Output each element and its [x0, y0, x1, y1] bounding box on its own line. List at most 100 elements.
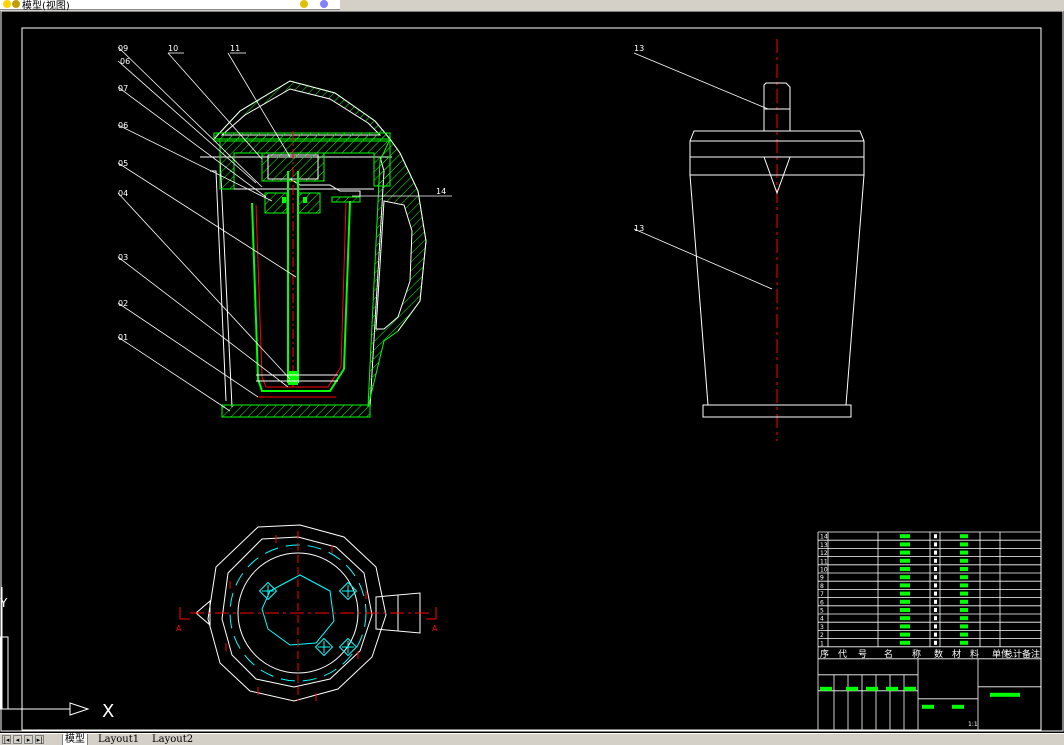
last-tab-button[interactable]: ▸|: [35, 735, 44, 744]
callout-13b: 13: [634, 224, 644, 233]
bom-qty-mark: [934, 624, 937, 629]
leader-01: [117, 336, 231, 412]
bom-qty-mark: [934, 567, 937, 571]
screw-4: [338, 637, 358, 657]
bom-material-mark: [960, 608, 968, 612]
bom-name-mark: [900, 542, 910, 547]
inner-jar-red: [255, 202, 347, 388]
bom-header-cell: 数: [934, 648, 943, 660]
leader-13a: [633, 52, 769, 110]
bom-qty-mark: [934, 632, 937, 637]
bearing-dot-left: [282, 197, 286, 203]
bom-qty-mark: [934, 583, 937, 588]
bom-qty-mark: [934, 640, 937, 645]
bom-name-mark: [900, 575, 910, 580]
bom-qty-mark: [934, 616, 937, 621]
bom-name-mark: [900, 608, 910, 612]
bom-name-mark: [900, 550, 910, 555]
bom-material-mark: [960, 599, 968, 604]
bom-header-cell: 名: [884, 648, 893, 660]
bom-material-mark: [960, 583, 968, 588]
title-block-mark: [886, 686, 898, 691]
bom-row-number: 10: [820, 567, 828, 574]
ucs-x-label: X: [102, 701, 114, 722]
bom-material-mark: [960, 616, 968, 621]
spacer-bar: [331, 196, 361, 203]
drawing-canvas[interactable]: 09 06 07 06 05 04 03 02 01 10 11 14 13 1…: [0, 10, 1064, 733]
callout-05: 05: [118, 159, 128, 168]
bom-name-mark: [900, 624, 910, 629]
title-block: 1413121110987654321序代号名称数材料单件总计 备注1:1: [817, 531, 1042, 730]
prev-tab-button[interactable]: ◂: [13, 735, 22, 744]
bom-name-mark: [900, 591, 910, 596]
bom-material-mark: [960, 591, 968, 596]
callout-02: 02: [118, 299, 128, 308]
bom-material-mark: [960, 567, 968, 571]
tab-layout1[interactable]: Layout1: [96, 734, 141, 745]
bom-header-cell: 称: [912, 648, 921, 660]
bom-row-number: 3: [820, 624, 824, 631]
title-block-mark: [866, 686, 878, 691]
side-view: 13 13: [633, 39, 865, 441]
bom-name-mark: [900, 558, 910, 563]
bom-material-mark: [960, 558, 968, 563]
bom-row-number: 12: [820, 550, 828, 557]
callout-06a: 06: [120, 57, 130, 66]
title-block-mark: [990, 692, 1020, 697]
title-block-mark: [922, 704, 934, 709]
bom-material-mark: [960, 640, 968, 645]
top-view: A A: [176, 524, 438, 702]
bom-qty-mark: [934, 534, 937, 539]
bom-row-number: 7: [820, 591, 824, 598]
first-tab-button[interactable]: |◂: [2, 735, 11, 744]
callout-04: 04: [118, 189, 128, 198]
base-plate: [221, 404, 371, 418]
inner-frame: [21, 27, 1042, 731]
callout-03: 03: [118, 253, 128, 262]
bom-row-number: 13: [820, 542, 828, 549]
bom-row-number: 9: [820, 575, 824, 582]
top-inner-ring: [221, 536, 373, 688]
ucs-y-label: Y: [0, 596, 8, 610]
bom-qty-mark: [934, 542, 937, 547]
title-block-mark: [904, 686, 916, 691]
bom-material-mark: [960, 542, 968, 547]
callout-14: 14: [436, 187, 446, 196]
bom-name-mark: [900, 616, 910, 621]
bom-row-number: 4: [820, 616, 824, 623]
window-titlebar: 模型(视图): [0, 0, 1064, 12]
bom-row-number: 8: [820, 583, 824, 590]
title-block-mark: [952, 704, 964, 709]
layer-properties-icon[interactable]: [300, 0, 308, 8]
bom-name-mark: [900, 632, 910, 637]
section-mark-left: [179, 607, 190, 620]
tab-layout2[interactable]: Layout2: [150, 734, 195, 745]
leader-13b: [633, 228, 773, 290]
bom-material-mark: [960, 632, 968, 637]
layer-bulb-icon[interactable]: [3, 0, 11, 8]
bom-name-mark: [900, 534, 910, 539]
bom-header-cell: 代: [838, 649, 847, 660]
bom-row-number: 2: [820, 632, 824, 639]
layer-manager-icon[interactable]: [320, 0, 328, 8]
bom-row-number: 6: [820, 599, 824, 606]
bom-name-mark: [900, 583, 910, 588]
next-tab-button[interactable]: ▸: [24, 735, 33, 744]
bom-material-mark: [960, 534, 968, 539]
tab-model[interactable]: 模型: [62, 734, 88, 745]
vertex-ticks: [225, 535, 367, 701]
callout-01: 01: [118, 333, 128, 342]
layout-tab-bar: |◂ ◂ ▸ ▸| 模型 Layout1 Layout2: [0, 733, 1064, 745]
section-label-left: A: [176, 624, 182, 633]
front-section-view: 09 06 07 06 05 04 03 02 01 10 11 14: [117, 44, 452, 418]
bom-row-number: 5: [820, 608, 824, 615]
cad-drawing: 09 06 07 06 05 04 03 02 01 10 11 14 13 1…: [0, 10, 1064, 732]
leader-03: [117, 256, 289, 388]
layer-sun-icon[interactable]: [12, 0, 20, 8]
leader-04: [117, 192, 291, 380]
bearing-right: [297, 192, 321, 214]
scale-value: 1:1: [968, 721, 978, 728]
bom-name-mark: [900, 567, 910, 571]
bom-row-number: 11: [820, 558, 828, 565]
ucs-icon: X Y: [0, 587, 114, 722]
